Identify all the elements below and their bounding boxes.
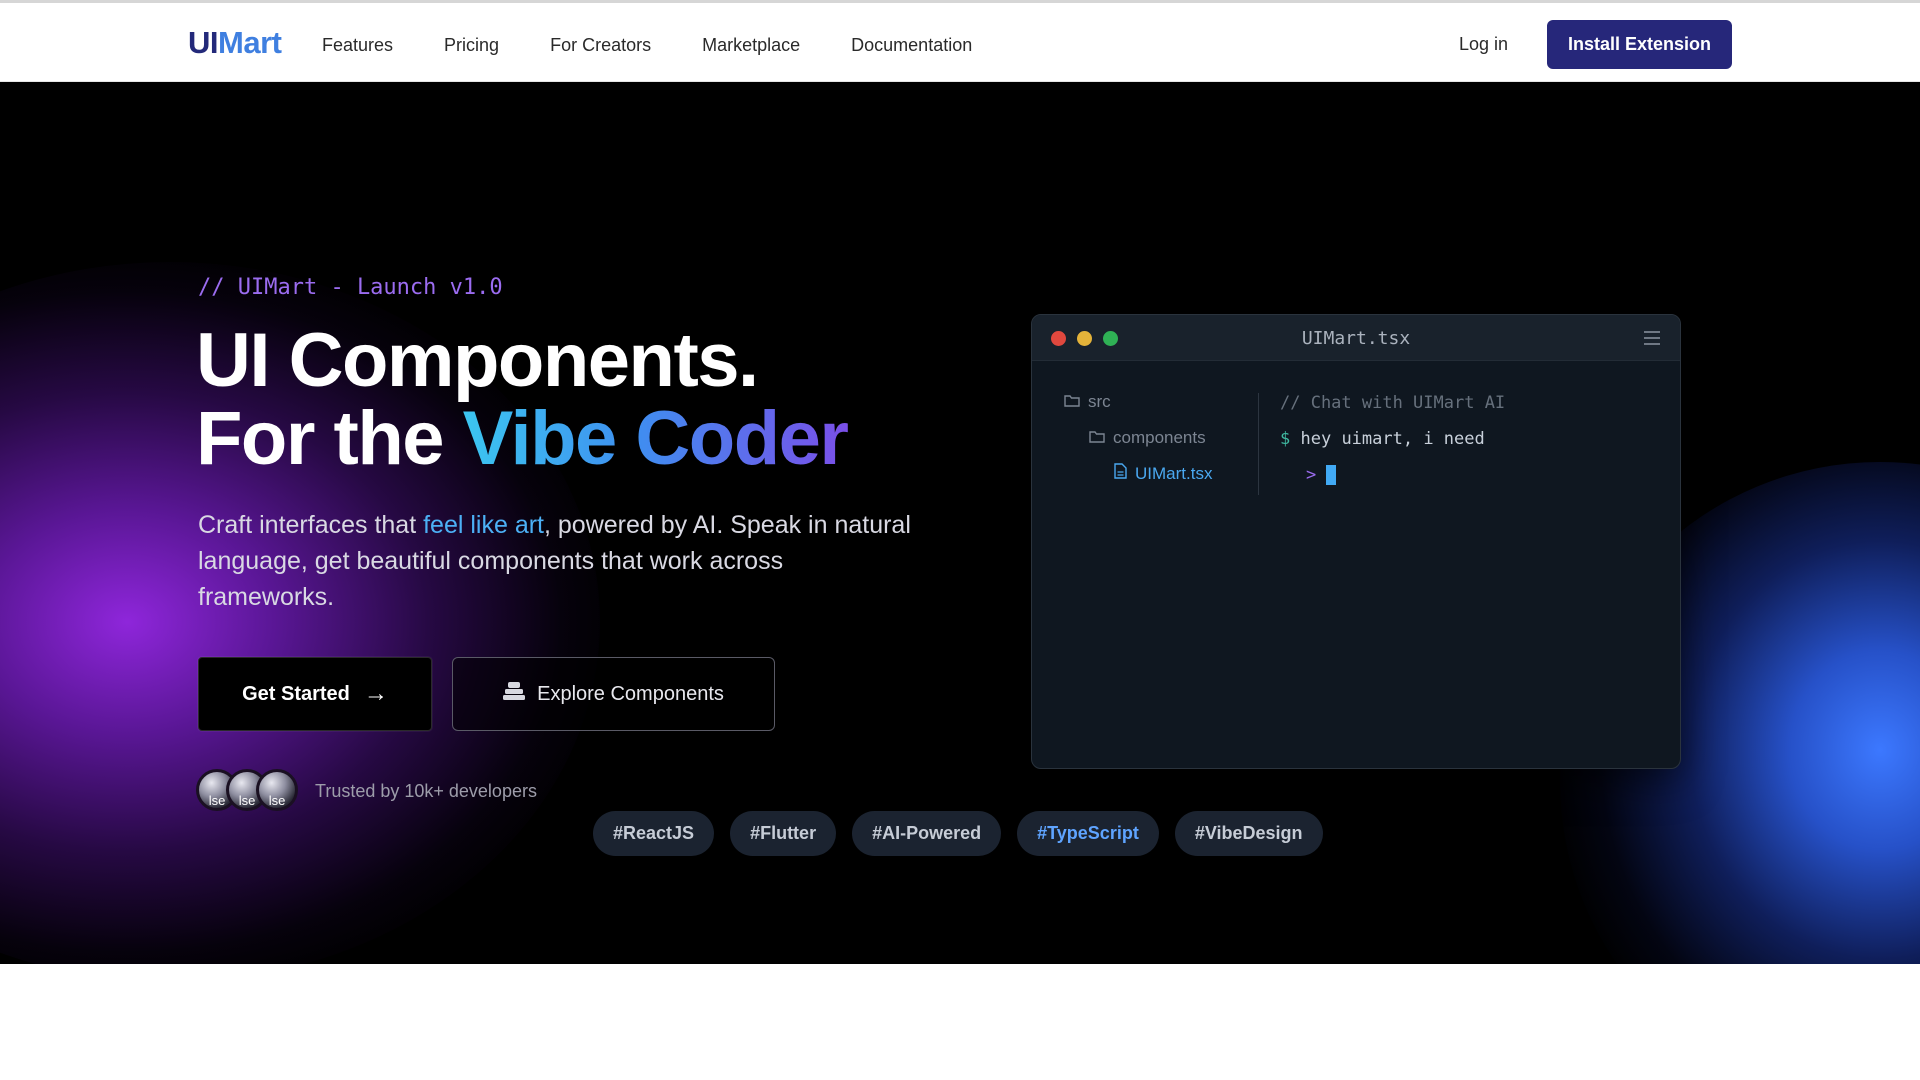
page-bottom (0, 964, 1920, 1080)
launch-eyebrow: // UIMart - Launch v1.0 (198, 275, 503, 300)
nav-link-features[interactable]: Features (322, 35, 393, 56)
avatar-text: lse (208, 793, 226, 808)
code-input-line[interactable]: > (1306, 465, 1337, 485)
input-arrow: > (1306, 465, 1317, 485)
tag-flutter[interactable]: #Flutter (730, 811, 837, 856)
file-icon (1114, 463, 1127, 484)
menu-icon[interactable] (1644, 331, 1660, 345)
avatar-stack: lse lse lse (196, 769, 306, 813)
prompt-text: hey uimart, i need (1300, 429, 1485, 449)
avatar: lse (256, 769, 298, 811)
login-link[interactable]: Log in (1459, 34, 1508, 55)
tree-label: src (1088, 392, 1111, 411)
nav-link-marketplace[interactable]: Marketplace (702, 35, 800, 56)
tree-folder-src[interactable]: src (1064, 392, 1111, 412)
code-editor-window: UIMart.tsx src components UIMart.tsx // … (1031, 314, 1681, 769)
tag-ai-powered[interactable]: #AI-Powered (852, 811, 1002, 856)
top-navigation: UIMart Features Pricing For Creators Mar… (0, 0, 1920, 82)
tag-reactjs[interactable]: #ReactJS (593, 811, 715, 856)
hero-title-highlight: Vibe Coder (462, 396, 849, 481)
get-started-button[interactable]: Get Started → (198, 657, 432, 731)
explore-components-button[interactable]: Explore Components (452, 657, 775, 731)
folder-icon (1089, 428, 1105, 448)
tag-vibedesign[interactable]: #VibeDesign (1174, 811, 1323, 856)
get-started-label: Get Started (242, 682, 350, 705)
arrow-right-icon: → (363, 680, 388, 707)
tree-label: UIMart.tsx (1135, 463, 1213, 483)
editor-title-bar: UIMart.tsx (1032, 315, 1680, 361)
tree-label: components (1113, 428, 1206, 447)
text-cursor (1326, 465, 1337, 485)
trusted-text: Trusted by 10k+ developers (315, 781, 537, 801)
avatar-text: lse (238, 793, 256, 808)
code-prompt-line: $ hey uimart, i need (1280, 429, 1485, 449)
folder-icon (1064, 392, 1080, 412)
tree-folder-components[interactable]: components (1089, 428, 1206, 448)
avatar-text: lse (268, 793, 286, 808)
hero-title-line1: UI Components. (196, 318, 759, 403)
logo-ui-text: UI (188, 25, 219, 60)
hero-subtitle-before: Craft interfaces that (198, 511, 424, 539)
editor-divider (1258, 393, 1259, 495)
nav-link-for-creators[interactable]: For Creators (550, 35, 651, 56)
hero-subtitle: Craft interfaces that feel like art, pow… (198, 507, 918, 615)
hero-section: // UIMart - Launch v1.0 UI Components. F… (0, 82, 1920, 964)
tree-file-uimart[interactable]: UIMart.tsx (1114, 463, 1212, 484)
hero-title-line2-plain: For the (196, 396, 445, 481)
nav-links: Features Pricing For Creators Marketplac… (322, 35, 1023, 56)
hero-subtitle-highlight: feel like art (423, 511, 544, 539)
logo[interactable]: UIMart (188, 25, 282, 61)
editor-filename: UIMart.tsx (1301, 328, 1411, 349)
prompt-symbol: $ (1280, 429, 1291, 449)
layers-icon (503, 681, 526, 707)
nav-link-documentation[interactable]: Documentation (851, 35, 972, 56)
logo-mart-text: Mart (218, 25, 282, 60)
tag-typescript[interactable]: #TypeScript (1017, 811, 1159, 856)
nav-link-pricing[interactable]: Pricing (444, 35, 499, 56)
hero-title: UI Components. For the Vibe Coder (196, 322, 849, 481)
explore-components-label: Explore Components (537, 682, 724, 705)
install-extension-button[interactable]: Install Extension (1547, 20, 1732, 69)
code-comment: // Chat with UIMart AI (1280, 393, 1506, 413)
tag-list: #ReactJS #Flutter #AI-Powered #TypeScrip… (593, 811, 1323, 856)
